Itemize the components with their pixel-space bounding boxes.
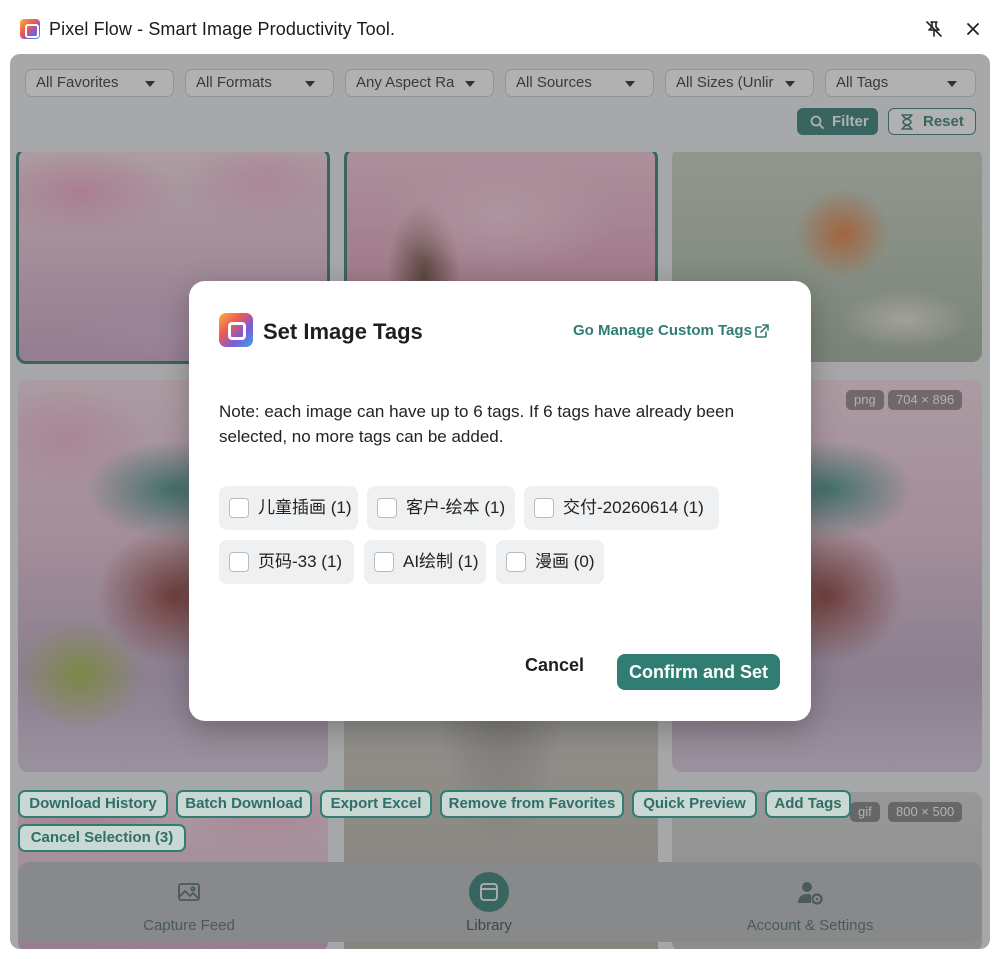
tag-label: 页码-33 (1): [258, 552, 343, 571]
tag-option[interactable]: AI绘制 (1): [364, 540, 486, 584]
window-title: Pixel Flow - Smart Image Productivity To…: [49, 19, 396, 39]
tag-checkbox[interactable]: [377, 498, 397, 518]
tag-option[interactable]: 客户-绘本 (1): [367, 486, 515, 530]
tag-checkbox[interactable]: [229, 498, 249, 518]
tag-limit-note: Note: each image can have up to 6 tags. …: [219, 402, 735, 446]
tag-option[interactable]: 儿童插画 (1): [219, 486, 358, 530]
cancel-button[interactable]: Cancel: [525, 655, 584, 676]
close-icon[interactable]: [963, 19, 983, 39]
add-tags-button[interactable]: Add Tags: [765, 790, 851, 818]
tag-checkbox[interactable]: [534, 498, 554, 518]
tag-option[interactable]: 交付-20260614 (1): [524, 486, 719, 530]
export-excel-button[interactable]: Export Excel: [320, 790, 432, 818]
batch-download-button[interactable]: Batch Download: [176, 790, 312, 818]
quick-preview-button[interactable]: Quick Preview: [632, 790, 757, 818]
tag-label: 客户-绘本 (1): [406, 498, 506, 517]
manage-custom-tags-link[interactable]: Go Manage Custom Tags: [573, 322, 769, 339]
app-logo-icon: [219, 313, 253, 347]
app-logo-icon: [20, 19, 40, 39]
unpin-icon[interactable]: [924, 19, 944, 39]
tag-checkbox[interactable]: [506, 552, 526, 572]
tag-option[interactable]: 页码-33 (1): [219, 540, 354, 584]
tag-label: 漫画 (0): [535, 552, 595, 571]
manage-custom-tags-label: Go Manage Custom Tags: [573, 322, 752, 339]
download-history-button[interactable]: Download History: [18, 790, 168, 818]
tag-checkbox[interactable]: [229, 552, 249, 572]
dialog-title: Set Image Tags: [263, 319, 423, 344]
tag-label: AI绘制 (1): [403, 552, 479, 571]
tag-label: 交付-20260614 (1): [563, 498, 704, 517]
confirm-and-set-button[interactable]: Confirm and Set: [617, 654, 780, 690]
tag-checkbox[interactable]: [374, 552, 394, 572]
remove-from-favorites-button[interactable]: Remove from Favorites: [440, 790, 624, 818]
set-tags-dialog: Set Image Tags Go Manage Custom Tags Not…: [189, 281, 811, 721]
title-bar: Pixel Flow - Smart Image Productivity To…: [0, 0, 1000, 54]
tag-option[interactable]: 漫画 (0): [496, 540, 604, 584]
tag-label: 儿童插画 (1): [258, 498, 352, 517]
cancel-selection-button[interactable]: Cancel Selection (3): [18, 824, 186, 852]
external-link-icon: [755, 324, 769, 338]
